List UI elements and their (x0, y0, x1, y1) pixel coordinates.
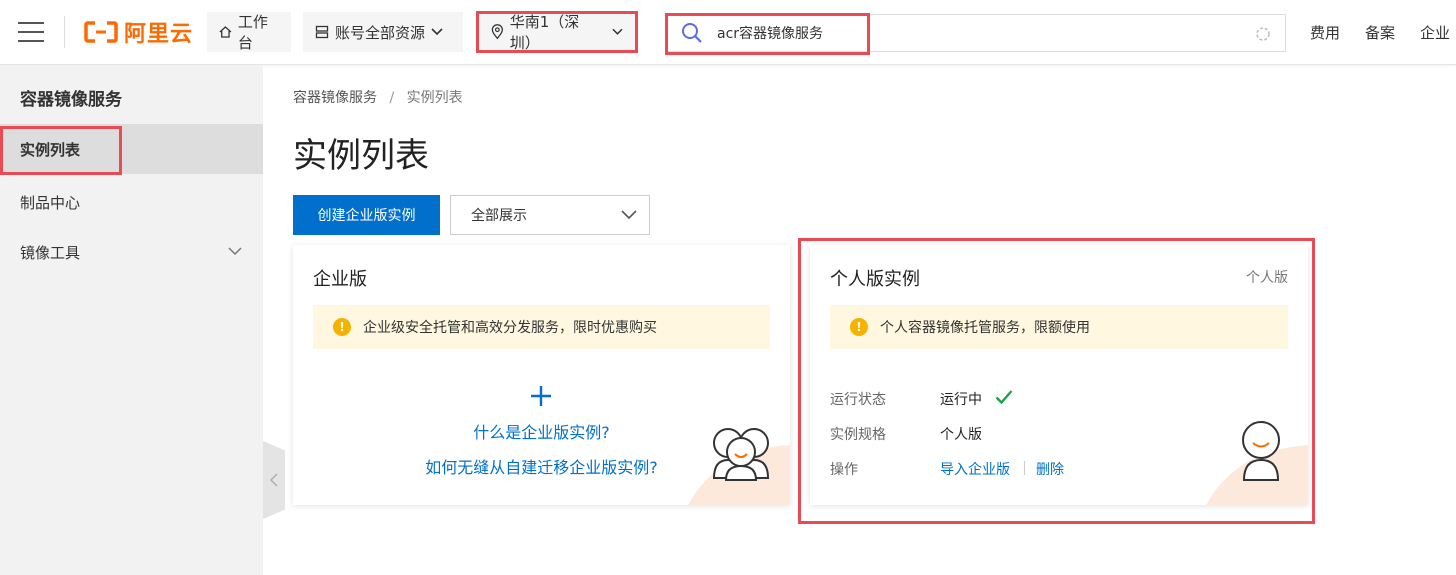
nav-icp[interactable]: 备案 (1365, 22, 1395, 43)
location-icon (491, 24, 503, 40)
sidebar-collapse-handle[interactable] (263, 441, 285, 519)
instance-list-highlight (0, 126, 122, 175)
breadcrumb-current: 实例列表 (406, 90, 463, 106)
workbench-label: 工作台 (237, 13, 268, 52)
workbench-button[interactable]: 工作台 (207, 12, 291, 52)
warning-icon: ! (333, 318, 351, 336)
menu-icon[interactable] (18, 22, 44, 42)
search-highlight (665, 13, 870, 55)
sidebar-title: 容器镜像服务 (20, 90, 122, 110)
enterprise-card: 企业版 ! 企业级安全托管和高效分发服务，限时优惠购买 什么是企业版实例? 如何… (293, 245, 790, 505)
sidebar-item-image-tools[interactable]: 镜像工具 (0, 227, 263, 277)
sidebar-item-artifact-center[interactable]: 制品中心 (0, 177, 263, 227)
chevron-left-icon (270, 473, 278, 487)
sidebar: 容器镜像服务 实例列表 制品中心 镜像工具 (0, 65, 263, 575)
create-enterprise-instance-button[interactable]: 创建企业版实例 (293, 195, 440, 235)
top-bar: 阿里云 工作台 账号全部资源 华南1（深圳） acr容器镜像服务 费用 备案 企… (0, 0, 1456, 65)
enterprise-notice: ! 企业级安全托管和高效分发服务，限时优惠购买 (313, 305, 770, 349)
chevron-down-icon (228, 247, 242, 256)
instance-filter-select[interactable]: 全部展示 (450, 195, 650, 235)
server-icon (315, 25, 329, 39)
plus-icon[interactable] (530, 385, 552, 407)
chevron-down-icon (431, 28, 443, 36)
resources-label: 账号全部资源 (335, 23, 426, 42)
enterprise-notice-text: 企业级安全托管和高效分发服务，限时优惠购买 (363, 320, 657, 336)
home-icon (219, 26, 232, 38)
nav-enterprise[interactable]: 企业 (1420, 22, 1450, 43)
divider (64, 16, 65, 48)
enterprise-illustration (688, 428, 790, 505)
filter-value: 全部展示 (471, 208, 527, 224)
breadcrumb-separator: / (389, 90, 395, 106)
loading-spinner-icon (1256, 27, 1270, 41)
region-label: 华南1（深圳） (509, 13, 580, 52)
nav-billing[interactable]: 费用 (1310, 22, 1340, 43)
chevron-down-icon (612, 28, 623, 35)
sidebar-item-label: 制品中心 (20, 193, 81, 212)
logo-text: 阿里云 (124, 22, 194, 47)
aliyun-logo[interactable]: 阿里云 (84, 18, 194, 47)
breadcrumb: 容器镜像服务 / 实例列表 (293, 87, 463, 107)
chevron-down-icon (621, 210, 637, 220)
resources-dropdown[interactable]: 账号全部资源 (303, 12, 463, 52)
personal-card-highlight (798, 238, 1315, 524)
page-title: 实例列表 (293, 136, 429, 176)
sidebar-item-label: 镜像工具 (20, 243, 81, 262)
enterprise-card-title: 企业版 (313, 269, 367, 290)
aliyun-logo-icon (84, 21, 118, 43)
breadcrumb-root[interactable]: 容器镜像服务 (293, 90, 377, 106)
region-selector[interactable]: 华南1（深圳） (476, 11, 638, 53)
